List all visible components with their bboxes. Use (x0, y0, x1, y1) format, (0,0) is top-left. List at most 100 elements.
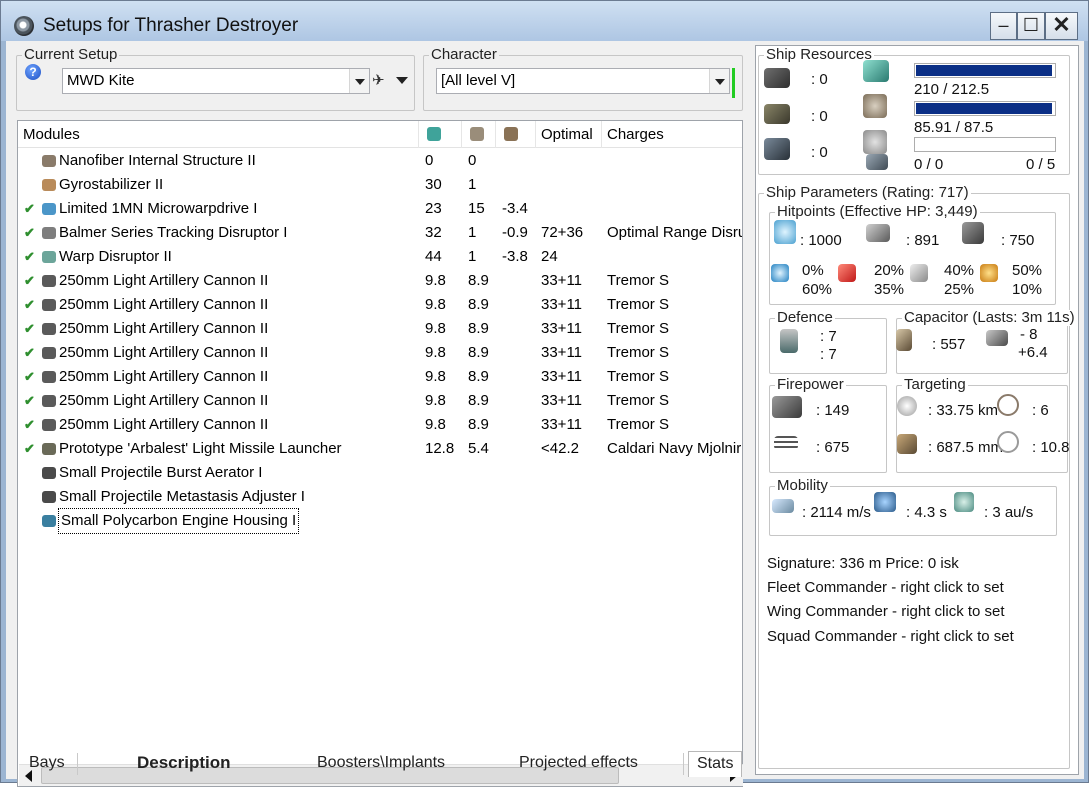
table-row[interactable]: ✔ Limited 1MN Microwarpdrive I 23 15 -3.4 (18, 197, 742, 221)
module-powergrid: 8.9 (468, 320, 489, 337)
tab-boosters-implants[interactable]: Boosters\Implants (317, 751, 445, 777)
table-row[interactable]: Small Polycarbon Engine Housing I (18, 508, 742, 534)
table-row[interactable]: ✔ Prototype 'Arbalest' Light Missile Laun… (18, 437, 742, 461)
module-active-check: ✔ (24, 369, 35, 384)
defence-value-1: : 7 (820, 328, 837, 345)
tab-stats[interactable]: Stats (688, 751, 743, 777)
fleet-commander[interactable]: Fleet Commander - right click to set (767, 579, 1004, 596)
module-icon (42, 395, 56, 407)
minimize-button[interactable]: – (990, 12, 1017, 40)
table-row[interactable]: ✔ 250mm Light Artillery Cannon II 9.8 8.9 33… (18, 389, 742, 413)
ship-fit-icon[interactable]: ✈ (372, 71, 385, 89)
structure-hp: : 750 (1001, 232, 1035, 249)
powergrid-value: 85.91 / 87.5 (914, 119, 994, 136)
module-powergrid: 8.9 (468, 344, 489, 361)
setup-select-value: MWD Kite (67, 72, 135, 89)
close-icon: ✕ (1052, 12, 1071, 37)
powergrid-icon (470, 127, 484, 141)
tab-projected-effects[interactable]: Projected effects (519, 751, 638, 777)
module-optimal: 33+11 (541, 416, 583, 433)
header-powergrid[interactable] (462, 121, 496, 148)
chevron-down-icon[interactable] (349, 69, 369, 93)
module-icon (42, 347, 56, 359)
character-select[interactable]: [All level V] (436, 68, 730, 94)
warp-speed-icon (954, 492, 974, 512)
title-bar[interactable]: Setups for Thrasher Destroyer – ☐ ✕ (1, 1, 1088, 41)
table-row[interactable]: Gyrostabilizer II 30 1 (18, 173, 742, 197)
module-optimal: 33+11 (541, 296, 583, 313)
module-capacitor: -3.4 (502, 200, 528, 217)
module-optimal: <42.2 (541, 440, 579, 457)
maximize-button[interactable]: ☐ (1017, 12, 1045, 40)
module-icon (42, 467, 56, 479)
module-active-check: ✔ (24, 321, 35, 336)
module-charges: Optimal Range Disruption (607, 224, 742, 241)
cpu-icon (863, 60, 889, 82)
module-name: 250mm Light Artillery Cannon II (59, 392, 269, 409)
header-capacitor[interactable] (496, 121, 536, 148)
calibration-value: 0 / 0 (914, 156, 944, 173)
setup-menu-dropdown[interactable] (396, 77, 408, 84)
module-charges: Caldari Navy Mjolnir Light Missile (607, 440, 742, 457)
module-icon (42, 299, 56, 311)
header-cpu[interactable] (419, 121, 462, 148)
turret-hardpoints: : 0 (811, 71, 828, 88)
table-row[interactable]: Small Projectile Burst Aerator I (18, 461, 742, 485)
table-row[interactable]: Small Projectile Metastasis Adjuster I (18, 485, 742, 509)
modules-list[interactable]: Modules Optimal Charges Nanofiber Intern… (17, 120, 743, 787)
close-button[interactable]: ✕ (1045, 12, 1078, 40)
module-active-check: ✔ (24, 345, 35, 360)
character-status-indicator (732, 68, 735, 98)
module-icon (42, 491, 56, 503)
warp-speed: : 3 au/s (984, 504, 1034, 521)
module-active-check: ✔ (24, 393, 35, 408)
scan-resolution-icon (897, 434, 917, 454)
bottom-tabs: Bays Description Boosters\Implants Proje… (17, 751, 747, 777)
explosive-resist: 50% (1012, 262, 1043, 279)
window-title: Setups for Thrasher Destroyer (43, 15, 299, 36)
header-optimal[interactable]: Optimal (536, 121, 602, 148)
module-cpu: 9.8 (425, 272, 446, 289)
tab-bays[interactable]: Bays (29, 751, 65, 777)
module-name: Nanofiber Internal Structure II (59, 152, 256, 169)
module-cpu: 9.8 (425, 392, 446, 409)
defence-value-2: : 7 (820, 346, 837, 363)
table-row[interactable]: ✔ Warp Disruptor II 44 1 -3.8 24 (18, 245, 742, 269)
capacitor-label: Capacitor (Lasts: 3m 11s) (902, 310, 1074, 326)
chevron-down-icon[interactable] (709, 69, 729, 93)
module-powergrid: 8.9 (468, 416, 489, 433)
defence-icon (780, 329, 798, 353)
table-row[interactable]: ✔ 250mm Light Artillery Cannon II 9.8 8.9 33… (18, 317, 742, 341)
scan-resolution: : 687.5 mm (928, 439, 1004, 456)
table-row[interactable]: ✔ 250mm Light Artillery Cannon II 9.8 8.9 33… (18, 293, 742, 317)
table-row[interactable]: Nanofiber Internal Structure II 0 0 (18, 149, 742, 173)
module-active-check: ✔ (24, 273, 35, 288)
cpu-value: 210 / 212.5 (914, 81, 990, 98)
explosive-resist-2: 10% (1012, 281, 1043, 298)
header-charges[interactable]: Charges (602, 121, 742, 148)
thermal-resist-icon (838, 264, 856, 282)
table-row[interactable]: ✔ 250mm Light Artillery Cannon II 9.8 8.9 33… (18, 269, 742, 293)
tab-description[interactable]: Description (137, 751, 231, 777)
module-charges: Tremor S (607, 416, 669, 433)
module-cpu: 9.8 (425, 344, 446, 361)
table-row[interactable]: ✔ Balmer Series Tracking Disruptor I 32 1 -0… (18, 221, 742, 245)
setup-select[interactable]: MWD Kite (62, 68, 370, 94)
shield-hp: : 1000 (800, 232, 842, 249)
em-resist: 0% (802, 262, 824, 279)
squad-commander[interactable]: Squad Commander - right click to set (767, 628, 1014, 645)
module-charges: Tremor S (607, 344, 669, 361)
table-row[interactable]: ✔ 250mm Light Artillery Cannon II 9.8 8.9 33… (18, 341, 742, 365)
capacitor-recharge: +6.4 (1018, 344, 1048, 361)
powergrid-icon (863, 94, 887, 118)
structure-icon (962, 222, 984, 244)
table-row[interactable]: ✔ 250mm Light Artillery Cannon II 9.8 8.9 33… (18, 413, 742, 437)
cpu-bar-fill (916, 65, 1053, 76)
module-cpu: 9.8 (425, 368, 446, 385)
table-row[interactable]: ✔ 250mm Light Artillery Cannon II 9.8 8.9 33… (18, 365, 742, 389)
wing-commander[interactable]: Wing Commander - right click to set (767, 603, 1005, 620)
capacitor-icon (504, 127, 518, 141)
help-icon[interactable]: ? (25, 64, 41, 80)
launcher-hardpoints: : 0 (811, 108, 828, 125)
header-modules[interactable]: Modules (18, 121, 419, 148)
